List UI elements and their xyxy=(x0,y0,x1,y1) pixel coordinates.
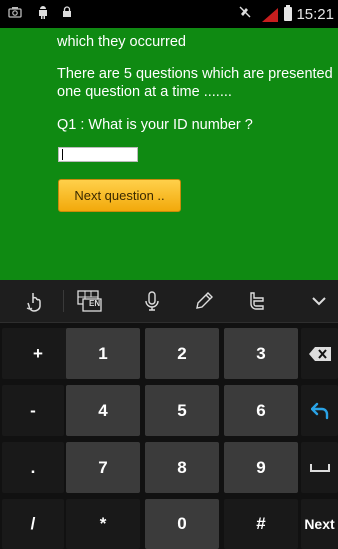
id-number-input[interactable] xyxy=(58,147,138,162)
keyboard-toolbar: EN xyxy=(0,280,338,323)
signal-icon xyxy=(262,8,278,22)
key-8[interactable]: 8 xyxy=(145,442,219,493)
mute-icon xyxy=(238,4,252,20)
backspace-key[interactable] xyxy=(301,328,338,379)
space-key[interactable] xyxy=(301,442,338,493)
key-9[interactable]: 9 xyxy=(224,442,298,493)
key-dot[interactable]: . xyxy=(2,442,64,493)
twitter-icon[interactable] xyxy=(243,288,271,314)
key-3[interactable]: 3 xyxy=(224,328,298,379)
lock-icon xyxy=(62,4,72,20)
intro-text-line1: There are 5 questions which are presente… xyxy=(57,66,333,82)
android-icon xyxy=(36,4,50,20)
key-hash[interactable]: # xyxy=(224,499,298,549)
battery-icon xyxy=(284,5,292,21)
language-code: EN xyxy=(89,299,101,308)
key-6[interactable]: 6 xyxy=(224,385,298,436)
key-minus[interactable]: - xyxy=(2,385,64,436)
numeric-keypad: + 1 2 3 - 4 5 6 . 7 8 9 / * 0 # Next xyxy=(0,323,338,549)
intro-text-end: which they occurred xyxy=(57,34,186,50)
return-arrow-icon xyxy=(310,402,328,419)
question-label: Q1 : What is your ID number ? xyxy=(57,117,253,133)
backspace-icon xyxy=(308,346,331,361)
camera-icon xyxy=(8,4,22,20)
key-plus[interactable]: + xyxy=(2,328,74,379)
key-2[interactable]: 2 xyxy=(145,328,219,379)
key-asterisk[interactable]: * xyxy=(66,499,140,549)
key-1[interactable]: 1 xyxy=(66,328,140,379)
chevron-down-icon[interactable] xyxy=(305,288,333,314)
next-question-button[interactable]: Next question .. xyxy=(58,179,181,212)
text-cursor xyxy=(62,149,63,160)
intro-text-line2: one question at a time ....... xyxy=(57,84,232,100)
enter-key[interactable] xyxy=(301,385,338,436)
toolbar-divider xyxy=(63,290,64,312)
key-slash[interactable]: / xyxy=(2,499,64,549)
survey-content: which they occurred There are 5 question… xyxy=(0,28,338,280)
key-0[interactable]: 0 xyxy=(145,499,219,549)
key-5[interactable]: 5 xyxy=(145,385,219,436)
keyboard-language-icon[interactable]: EN xyxy=(75,288,105,314)
clock: 15:21 xyxy=(296,6,334,23)
key-7[interactable]: 7 xyxy=(66,442,140,493)
next-key[interactable]: Next xyxy=(301,499,338,549)
key-4[interactable]: 4 xyxy=(66,385,140,436)
status-bar: 15:21 xyxy=(0,0,338,28)
space-icon xyxy=(309,463,330,472)
handwriting-icon[interactable] xyxy=(21,288,49,314)
microphone-icon[interactable] xyxy=(138,288,166,314)
pencil-icon[interactable] xyxy=(190,288,218,314)
